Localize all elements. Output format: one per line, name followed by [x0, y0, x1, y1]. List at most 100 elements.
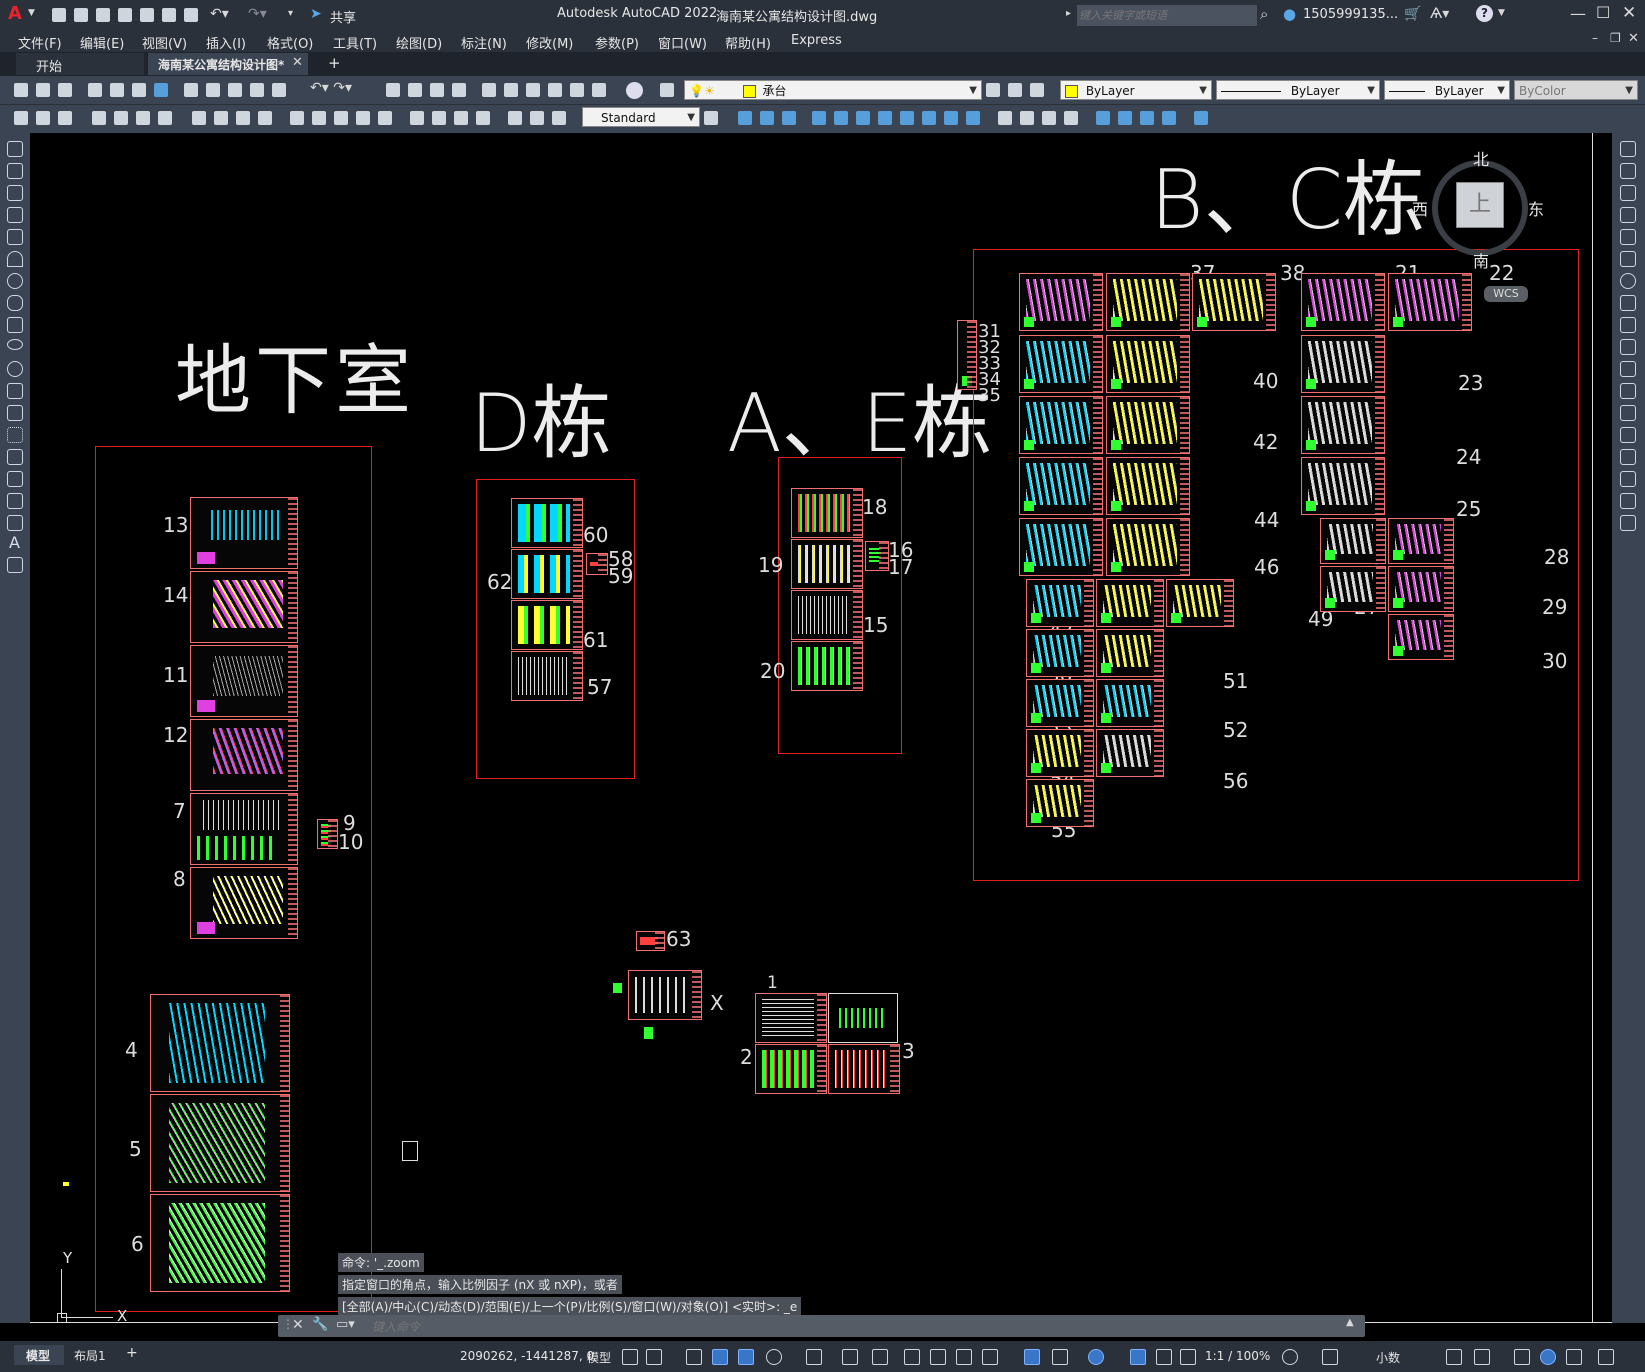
- textstyle-dropdown[interactable]: Standard ▼: [582, 107, 700, 127]
- polygon-icon[interactable]: [7, 207, 23, 223]
- dim-update-icon[interactable]: [476, 111, 490, 125]
- color-faces-icon[interactable]: [966, 111, 980, 125]
- add-selected-icon[interactable]: [7, 557, 23, 573]
- sheet-bc[interactable]: [1026, 779, 1094, 827]
- sheet-8[interactable]: [190, 867, 298, 939]
- tab-drawing[interactable]: 海南某公寓结构设计图* ✕: [148, 53, 308, 75]
- delete-faces-icon[interactable]: [878, 111, 892, 125]
- line-icon[interactable]: [7, 141, 23, 157]
- menu-file[interactable]: 文件(F): [18, 33, 62, 52]
- sheet-2[interactable]: [755, 1044, 827, 1094]
- dim-style-manager-icon[interactable]: [704, 111, 718, 125]
- plotstyle-dropdown[interactable]: ByColor ▼: [1514, 80, 1638, 100]
- sheet-bc[interactable]: [1320, 566, 1386, 612]
- close-icon[interactable]: ✕: [1622, 3, 1636, 23]
- sheet-bc[interactable]: [1096, 729, 1164, 777]
- sheet-bc[interactable]: [1320, 518, 1386, 564]
- help-toolbar-icon[interactable]: [626, 82, 643, 99]
- units-dropdown[interactable]: 小数: [1376, 1349, 1400, 1366]
- sheet-bc[interactable]: [1388, 273, 1472, 331]
- menu-parametric[interactable]: 参数(P): [595, 33, 639, 52]
- share-icon[interactable]: ➤: [310, 6, 322, 22]
- sheet-62[interactable]: [511, 549, 583, 599]
- chamfer-icon[interactable]: [1620, 449, 1636, 465]
- offset-icon[interactable]: [1620, 207, 1636, 223]
- revcloud-icon[interactable]: [7, 295, 23, 311]
- menu-draw[interactable]: 绘图(D): [396, 33, 442, 52]
- sheet-3[interactable]: [828, 1044, 900, 1094]
- plot-icon[interactable]: [184, 8, 198, 22]
- sheet-11[interactable]: [190, 645, 298, 717]
- sheet-bc[interactable]: [957, 320, 977, 390]
- coordinates[interactable]: 2090262, -1441287, 0: [460, 1349, 594, 1363]
- tolerance-icon[interactable]: [334, 111, 348, 125]
- command-close-icon[interactable]: ✕: [292, 1317, 304, 1333]
- match-properties-icon[interactable]: [250, 83, 264, 97]
- separate-icon[interactable]: [1042, 111, 1056, 125]
- sheet-19[interactable]: [791, 539, 863, 589]
- sheet-bc[interactable]: [1106, 273, 1190, 331]
- linetype-dropdown[interactable]: ByLayer ▼: [1216, 80, 1380, 100]
- sheet-61[interactable]: [511, 600, 583, 650]
- sheet-bc[interactable]: [1301, 273, 1385, 331]
- table-icon[interactable]: [7, 515, 23, 531]
- tab-layout1[interactable]: 布局1: [74, 1347, 106, 1364]
- new-file-icon[interactable]: [52, 8, 66, 22]
- menu-insert[interactable]: 插入(I): [206, 33, 246, 52]
- jogged-linear-icon[interactable]: [410, 111, 424, 125]
- dim-space-icon[interactable]: [290, 111, 304, 125]
- open-web-icon[interactable]: [140, 8, 154, 22]
- rectangle-icon[interactable]: [7, 229, 23, 245]
- share-button[interactable]: 共享: [330, 7, 356, 26]
- gizmo-icon[interactable]: [1088, 1349, 1104, 1365]
- command-input[interactable]: [370, 1317, 1334, 1337]
- sheet-bc[interactable]: [1019, 457, 1103, 515]
- layer-states-icon[interactable]: [1030, 83, 1044, 97]
- sheet-14[interactable]: [190, 571, 298, 643]
- dim-jogged-icon[interactable]: [136, 111, 150, 125]
- menu-edit[interactable]: 编辑(E): [80, 33, 124, 52]
- stretch-icon[interactable]: [1620, 317, 1636, 333]
- dim-arc-icon[interactable]: [58, 111, 72, 125]
- sheet-15[interactable]: [791, 590, 863, 640]
- sheet-bc[interactable]: [1026, 679, 1094, 727]
- annotation-scale[interactable]: 1:1 / 100%: [1205, 1349, 1270, 1363]
- intersect-icon[interactable]: [782, 111, 796, 125]
- viewcube-top-face[interactable]: 上: [1456, 182, 1504, 228]
- sheet-9-10[interactable]: [317, 819, 338, 849]
- check-icon[interactable]: [1096, 111, 1110, 125]
- sheet-1-right[interactable]: [828, 993, 898, 1043]
- app-menu-chevron-icon[interactable]: ▼: [28, 8, 35, 18]
- properties-icon[interactable]: [482, 83, 496, 97]
- mirror-icon[interactable]: [1620, 185, 1636, 201]
- block-editor-icon[interactable]: [272, 83, 286, 97]
- scale-icon[interactable]: [1620, 295, 1636, 311]
- selection-cycling-icon[interactable]: [956, 1349, 972, 1365]
- search-expand-icon[interactable]: ▸: [1066, 8, 1071, 19]
- grid-icon[interactable]: [622, 1349, 638, 1365]
- model-space-button[interactable]: 模型: [587, 1349, 611, 1366]
- array-icon[interactable]: [1620, 229, 1636, 245]
- workspace-gear-icon[interactable]: [1282, 1349, 1298, 1365]
- new-icon[interactable]: [14, 83, 28, 97]
- ellipse-icon[interactable]: [7, 339, 23, 350]
- tab-start[interactable]: 开始: [16, 53, 144, 75]
- search-input[interactable]: [1077, 5, 1257, 26]
- region-icon[interactable]: [7, 493, 23, 509]
- new-tab-button[interactable]: +: [328, 54, 341, 72]
- sheet-bc[interactable]: [1106, 335, 1190, 393]
- sheet-bc[interactable]: [1096, 629, 1164, 677]
- dim-override-icon[interactable]: [530, 111, 544, 125]
- menu-dimension[interactable]: 标注(N): [461, 33, 507, 52]
- sheet-1[interactable]: [755, 993, 827, 1043]
- sheet-13[interactable]: [190, 497, 298, 569]
- auto-scale-icon[interactable]: [1156, 1349, 1172, 1365]
- dim-ordinate-icon[interactable]: [92, 111, 106, 125]
- hardware-acceleration-icon[interactable]: [1540, 1349, 1556, 1365]
- extrude-faces-icon[interactable]: [812, 111, 826, 125]
- annotation-visibility-icon[interactable]: [1130, 1349, 1146, 1365]
- dim-reassociate-icon[interactable]: [552, 111, 566, 125]
- insert-block-icon[interactable]: [7, 383, 23, 399]
- rotate-faces-icon[interactable]: [900, 111, 914, 125]
- annotation-monitor-icon[interactable]: [1322, 1349, 1338, 1365]
